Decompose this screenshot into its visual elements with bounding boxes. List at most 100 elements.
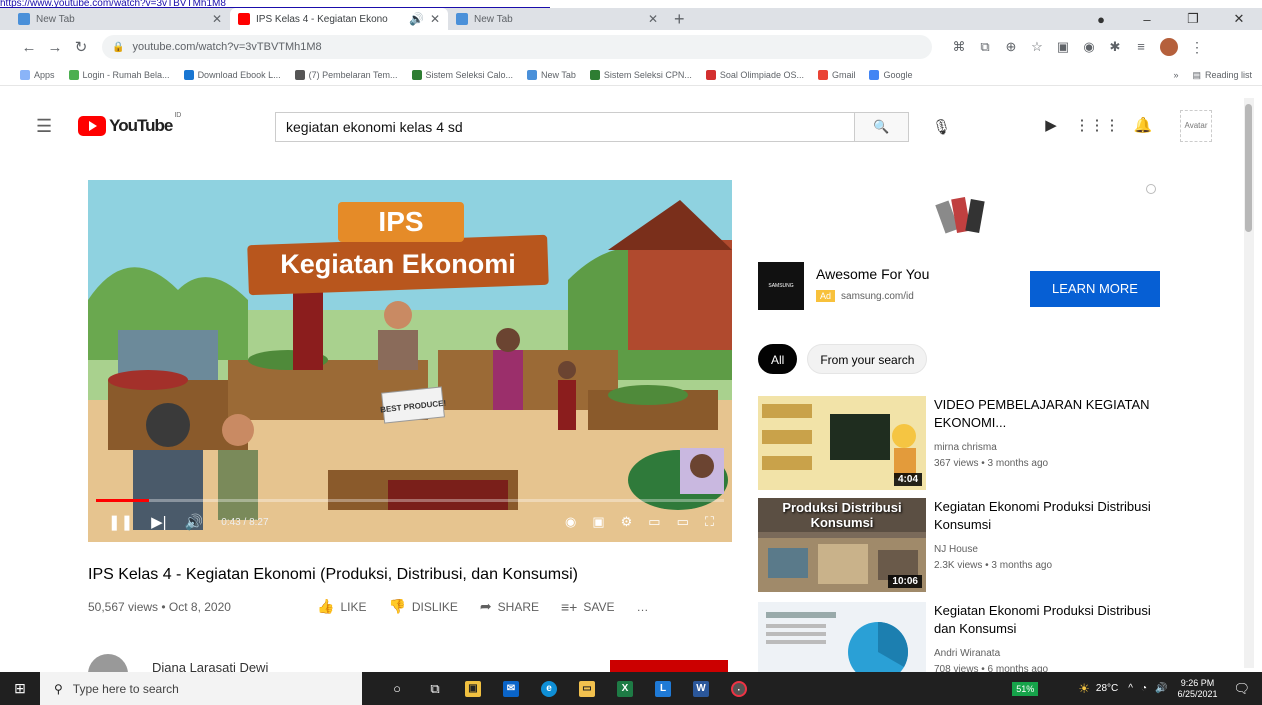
reload-button[interactable]: ↻ (70, 38, 92, 56)
next-icon[interactable]: ▶| (151, 513, 166, 531)
bookmark-star-icon[interactable]: ☆ (1024, 39, 1050, 55)
search-button[interactable]: 🔍 (854, 113, 908, 141)
video-thumbnail[interactable]: Produksi Distribusi Konsumsi 10:06 (758, 498, 926, 592)
windows-start-icon[interactable]: ⊞ (0, 680, 40, 697)
video-channel[interactable]: mirna chrisma (934, 442, 997, 453)
video-channel[interactable]: NJ House (934, 544, 978, 555)
media-control-icon[interactable]: ≡ (1128, 39, 1154, 55)
notifications-bell-icon[interactable]: 🔔 (1120, 116, 1166, 134)
ad-banner[interactable] (758, 180, 1160, 246)
autoplay-toggle-icon[interactable]: ◉ (565, 514, 576, 530)
pause-icon[interactable]: ❚❚ (108, 513, 133, 531)
menu-hamburger-icon[interactable]: ☰ (36, 116, 52, 137)
avatar[interactable]: Avatar (1180, 110, 1212, 142)
close-window-button[interactable]: ✕ (1216, 11, 1262, 27)
more-bookmarks-icon[interactable]: » (1173, 70, 1178, 80)
reading-list-button[interactable]: Reading list (1205, 70, 1252, 80)
puzzle-icon[interactable]: ✱ (1102, 39, 1128, 55)
network-icon[interactable]: ◔ (1141, 683, 1147, 694)
video-thumbnail[interactable]: 4:04 (758, 396, 926, 490)
tab-youtube-video[interactable]: IPS Kelas 4 - Kegiatan Ekono 🔊 ✕ (230, 8, 448, 30)
excel-icon[interactable]: X (606, 672, 644, 705)
channel-name[interactable]: Diana Larasati Dewi (152, 660, 268, 672)
bookmark-item[interactable]: Login - Rumah Bela... (68, 69, 170, 80)
share-button[interactable]: ➦ SHARE (480, 598, 539, 615)
miniplayer-icon[interactable]: ▭ (648, 514, 660, 530)
bookmark-item[interactable]: (7) Pembelaran Tem... (294, 69, 398, 80)
create-video-icon[interactable]: ▶ (1028, 116, 1074, 134)
chip-from-your-search[interactable]: From your search (807, 344, 928, 374)
recommended-video[interactable]: Kegiatan Ekonomi Produksi Distribusi dan… (758, 602, 1158, 672)
extension-icon[interactable]: ▣ (1050, 39, 1076, 55)
bookmark-item[interactable]: New Tab (527, 69, 576, 80)
video-channel[interactable]: Andri Wiranata (934, 648, 1000, 659)
learn-more-button[interactable]: LEARN MORE (1030, 271, 1160, 307)
close-tab-icon[interactable]: ✕ (212, 12, 222, 26)
channel-avatar[interactable] (88, 654, 128, 672)
bookmark-item[interactable]: Soal Olimpiade OS... (705, 69, 804, 80)
zoom-icon[interactable]: ⊕ (998, 39, 1024, 55)
edge-icon[interactable]: e (530, 672, 568, 705)
tab-new-tab-1[interactable]: New Tab ✕ (10, 8, 230, 30)
chrome-icon[interactable]: · (720, 672, 758, 705)
weather-temp[interactable]: 28°C (1096, 683, 1118, 694)
app-l-icon[interactable]: L (644, 672, 682, 705)
top-url-link[interactable]: https://www.youtube.com/watch?v=3vTBVTMh… (0, 0, 550, 8)
ad-info-icon[interactable] (1146, 184, 1156, 194)
bookmark-gmail[interactable]: Gmail (817, 69, 855, 80)
bookmark-item[interactable]: Sistem Seleksi Calo... (411, 69, 513, 80)
recommended-video[interactable]: 4:04 VIDEO PEMBELAJARAN KEGIATAN EKONOMI… (758, 396, 1158, 492)
search-input[interactable]: kegiatan ekonomi kelas 4 sd (276, 113, 854, 141)
subscribe-button[interactable] (610, 660, 728, 672)
youtube-logo[interactable]: YouTube ID (78, 112, 181, 136)
extension-icon[interactable]: ◉ (1076, 39, 1102, 55)
translate-icon[interactable]: ⌘ (946, 39, 972, 55)
save-button[interactable]: ≡+ SAVE (561, 598, 614, 615)
like-button[interactable]: 👍 LIKE (317, 598, 366, 615)
ad-title[interactable]: Awesome For You (816, 266, 929, 282)
bookmark-item[interactable]: Sistem Seleksi CPN... (589, 69, 692, 80)
profile-avatar[interactable] (1160, 38, 1178, 56)
apps-grid-icon[interactable]: ⋮⋮⋮ (1074, 116, 1120, 134)
fullscreen-icon[interactable]: ⛶ (705, 514, 714, 530)
volume-icon[interactable]: 🔊 (1155, 683, 1167, 694)
bookmark-apps[interactable]: Apps (20, 69, 55, 80)
subtitles-icon[interactable]: ▣ (592, 514, 604, 530)
forward-button[interactable]: → (44, 39, 66, 56)
samsung-logo[interactable]: SAMSUNG (758, 262, 804, 310)
taskbar-clock[interactable]: 9:26 PM 6/25/2021 (1177, 678, 1217, 700)
video-title[interactable]: Kegiatan Ekonomi Produksi Distribusi dan… (934, 602, 1158, 638)
close-tab-icon[interactable]: ✕ (430, 12, 440, 26)
tray-chevron-icon[interactable]: ^ (1128, 683, 1133, 694)
file-explorer-icon[interactable]: ▭ (568, 672, 606, 705)
scrollbar-thumb[interactable] (1245, 104, 1252, 232)
maximize-button[interactable]: ❐ (1170, 11, 1216, 27)
video-title[interactable]: VIDEO PEMBELAJARAN KEGIATAN EKONOMI... (934, 396, 1158, 432)
lock-icon[interactable]: 🔒 (112, 42, 124, 53)
volume-icon[interactable]: 🔊 (185, 513, 204, 531)
mail-icon[interactable]: ✉ (492, 672, 530, 705)
word-icon[interactable]: W (682, 672, 720, 705)
tab-new-tab-2[interactable]: New Tab ✕ (448, 8, 666, 30)
address-bar[interactable]: 🔒 youtube.com/watch?v=3vTBVTMh1M8 (102, 35, 932, 59)
install-icon[interactable]: ⧉ (972, 39, 998, 55)
theater-mode-icon[interactable]: ▭ (677, 514, 689, 530)
task-view-icon[interactable]: ⧉ (416, 672, 454, 705)
taskbar-search[interactable]: ⚲ Type here to search (40, 672, 362, 705)
recommended-video[interactable]: Produksi Distribusi Konsumsi 10:06 Kegia… (758, 498, 1158, 594)
minimize-button[interactable]: – (1124, 12, 1170, 27)
notifications-icon[interactable]: 🗨 (1233, 681, 1250, 697)
voice-search-mic-icon[interactable]: 🎙 (932, 118, 951, 136)
back-button[interactable]: ← (18, 39, 40, 56)
battery-indicator[interactable]: 51% (1012, 681, 1039, 696)
bookmark-item[interactable]: Download Ebook L... (183, 69, 281, 80)
close-tab-icon[interactable]: ✕ (648, 12, 658, 26)
new-tab-button[interactable]: + (674, 8, 685, 30)
store-icon[interactable]: ▣ (454, 672, 492, 705)
video-player[interactable]: BEST PRODUCE! IPS Kegiatan Ekonomi ❚❚ ▶|… (88, 180, 732, 542)
chip-all[interactable]: All (758, 344, 798, 374)
bookmark-google[interactable]: Google (869, 69, 913, 80)
video-title[interactable]: Kegiatan Ekonomi Produksi Distribusi Kon… (934, 498, 1158, 534)
browser-menu-icon[interactable]: ⋮ (1190, 39, 1204, 56)
more-actions-button[interactable]: … (636, 598, 648, 615)
